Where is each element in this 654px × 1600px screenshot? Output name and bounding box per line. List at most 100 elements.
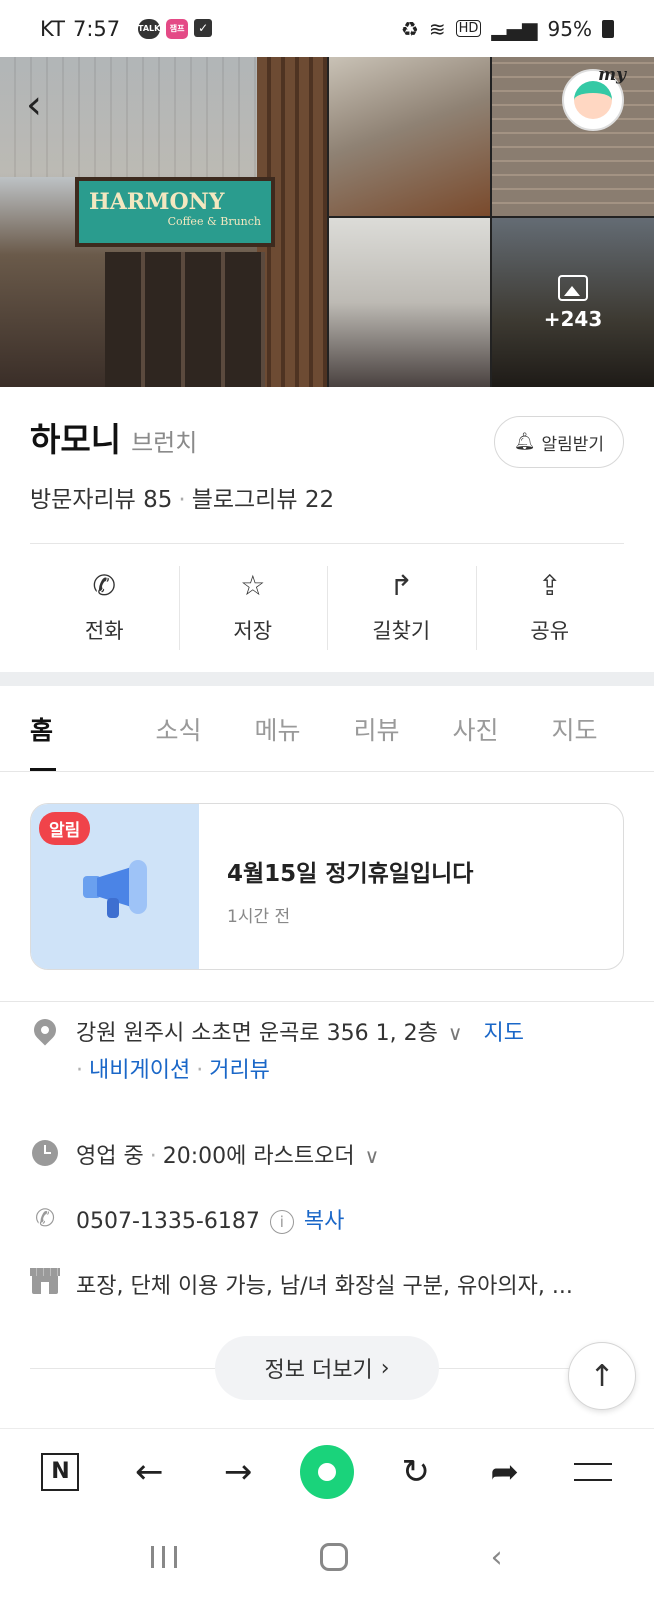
share-icon: ⇪ [538, 569, 562, 602]
system-back-button[interactable]: ‹ [491, 1540, 503, 1575]
check-icon: ✓ [194, 18, 213, 37]
tab-bar: 홈 소식 메뉴 리뷰 사진 지도 [0, 686, 654, 772]
green-dot-icon [299, 1444, 354, 1499]
sign-sub: Coffee & Brunch [167, 215, 261, 228]
store-sign: HARMONY Coffee & Brunch [75, 177, 275, 247]
info-icon[interactable]: i [269, 1210, 294, 1234]
separator-dot: · [149, 1144, 157, 1169]
notice-title: 4월15일 정기휴일입니다 [227, 861, 474, 887]
chevron-down-icon[interactable]: ∨ [365, 1144, 380, 1168]
arrow-up-icon: ↑ [589, 1358, 615, 1394]
browser-share-button[interactable]: ➦ [477, 1444, 533, 1500]
amenities-row: 포장, 단체 이용 가능, 남/녀 화장실 구분, 유아의자, ... [30, 1268, 630, 1300]
tab-news[interactable]: 소식 [129, 686, 228, 771]
share-arrow-icon: ➦ [490, 1451, 519, 1492]
photo-more-count: +243 [543, 306, 603, 331]
more-info-label: 정보 더보기 [264, 1358, 373, 1383]
amenities-text[interactable]: 포장, 단체 이용 가능, 남/녀 화장실 구분, 유아의자, ... [76, 1274, 573, 1299]
phone-icon: ✆ [92, 569, 116, 602]
hours-status[interactable]: 영업 중 [76, 1144, 144, 1169]
browser-menu-button[interactable] [565, 1444, 621, 1500]
directions-icon: ↱ [389, 569, 413, 602]
visitor-reviews-link[interactable]: 방문자리뷰 85 [30, 487, 172, 513]
tab-menu[interactable]: 메뉴 [228, 686, 327, 771]
copy-button[interactable]: 복사 [304, 1209, 344, 1234]
main-photo[interactable]: HARMONY Coffee & Brunch [0, 57, 327, 387]
hd-icon: HD [455, 20, 482, 37]
directions-button[interactable]: ↱ 길찾기 [327, 566, 476, 650]
photo-interior-1[interactable] [329, 57, 490, 216]
battery-icon [602, 19, 614, 38]
my-label: my [598, 65, 626, 85]
browser-toolbar: N ← → ↻ ➦ [0, 1428, 654, 1514]
divider [0, 1001, 654, 1002]
photo-more[interactable]: +243 [492, 218, 654, 387]
place-category: 브런치 [131, 429, 198, 457]
browser-back-button[interactable]: ← [121, 1444, 177, 1500]
bell-plus-icon: 🔔︎ [513, 432, 536, 452]
phone-icon: ✆ [34, 1204, 56, 1232]
section-separator [0, 672, 654, 686]
tab-reviews[interactable]: 리뷰 [327, 686, 426, 771]
place-header: 하모니 브런치 [30, 413, 197, 461]
naver-n-icon: N [41, 1452, 80, 1491]
location-pin-icon [29, 1014, 61, 1046]
action-bar: ✆ 전화 ☆ 저장 ↱ 길찾기 ⇪ 공유 [30, 566, 624, 650]
store-icon [30, 1268, 60, 1294]
home-button[interactable] [319, 1543, 348, 1571]
call-button[interactable]: ✆ 전화 [30, 566, 179, 650]
last-order[interactable]: 20:00에 라스트오더 [163, 1144, 355, 1169]
more-info-button[interactable]: 정보 더보기 › [215, 1336, 439, 1400]
notice-time: 1시간 전 [227, 907, 291, 927]
street-view-link[interactable]: 거리뷰 [209, 1058, 270, 1083]
system-nav-bar: ‹ [0, 1514, 654, 1600]
refresh-icon: ↻ [401, 1451, 431, 1492]
review-summary: 방문자리뷰 85 · 블로그리뷰 22 [30, 480, 334, 514]
address-text[interactable]: 강원 원주시 소초면 운곡로 356 1, 2층 [76, 1021, 438, 1046]
recent-apps-button[interactable] [151, 1546, 178, 1568]
arrow-right-icon: → [223, 1451, 253, 1492]
photo-gallery[interactable]: HARMONY Coffee & Brunch +243 ‹ my [0, 57, 654, 387]
blog-reviews-link[interactable]: 블로그리뷰 22 [192, 487, 334, 513]
pink-app-icon: 잼프 [166, 18, 189, 39]
save-button[interactable]: ☆ 저장 [178, 566, 328, 650]
hamburger-icon [574, 1462, 613, 1481]
chevron-right-icon: › [380, 1355, 390, 1381]
scroll-top-button[interactable]: ↑ [568, 1342, 636, 1410]
phone-number[interactable]: 0507-1335-6187 [76, 1209, 260, 1234]
separator-dot: · [196, 1058, 204, 1083]
notice-card[interactable]: 알림 4월15일 정기휴일입니다 1시간 전 [30, 803, 624, 970]
phone-row: ✆ 0507-1335-6187 i 복사 [30, 1203, 630, 1235]
photo-interior-3[interactable] [329, 218, 490, 387]
back-button[interactable]: ‹ [26, 85, 42, 125]
notice-badge: 알림 [39, 812, 91, 845]
place-name: 하모니 [30, 420, 122, 459]
address-row: 강원 원주시 소초면 운곡로 356 1, 2층 ∨ 지도 · 내비게이션 · 거리뷰 [29, 1014, 630, 1089]
battery-level: 95% [547, 16, 592, 41]
carrier: KT [40, 16, 65, 41]
divider [30, 543, 624, 544]
browser-forward-button[interactable]: → [210, 1444, 266, 1500]
tab-map[interactable]: 지도 [525, 686, 624, 771]
alarm-button[interactable]: 🔔︎ 알림받기 [494, 416, 624, 468]
door-image [105, 252, 265, 387]
refresh-button[interactable]: ↻ [388, 1444, 444, 1500]
recycle-icon: ♻ [400, 16, 419, 41]
green-dot-button[interactable] [299, 1444, 355, 1500]
alarm-label: 알림받기 [541, 434, 605, 455]
avatar-face [574, 81, 612, 119]
map-link[interactable]: 지도 [483, 1021, 523, 1046]
talk-icon: TALK [138, 18, 160, 39]
my-avatar[interactable]: my [562, 65, 626, 131]
action-label: 길찾기 [372, 619, 431, 643]
notice-image: 알림 [31, 804, 199, 969]
signal-icon: ▂▄▆ [491, 16, 538, 41]
tab-home[interactable]: 홈 [30, 686, 129, 771]
navigation-link[interactable]: 내비게이션 [89, 1058, 190, 1083]
chevron-down-icon[interactable]: ∨ [448, 1021, 463, 1045]
share-button[interactable]: ⇪ 공유 [475, 566, 625, 650]
naver-home-button[interactable]: N [32, 1444, 88, 1500]
clock-icon [32, 1140, 58, 1166]
star-icon: ☆ [240, 569, 266, 602]
tab-photos[interactable]: 사진 [426, 686, 525, 771]
